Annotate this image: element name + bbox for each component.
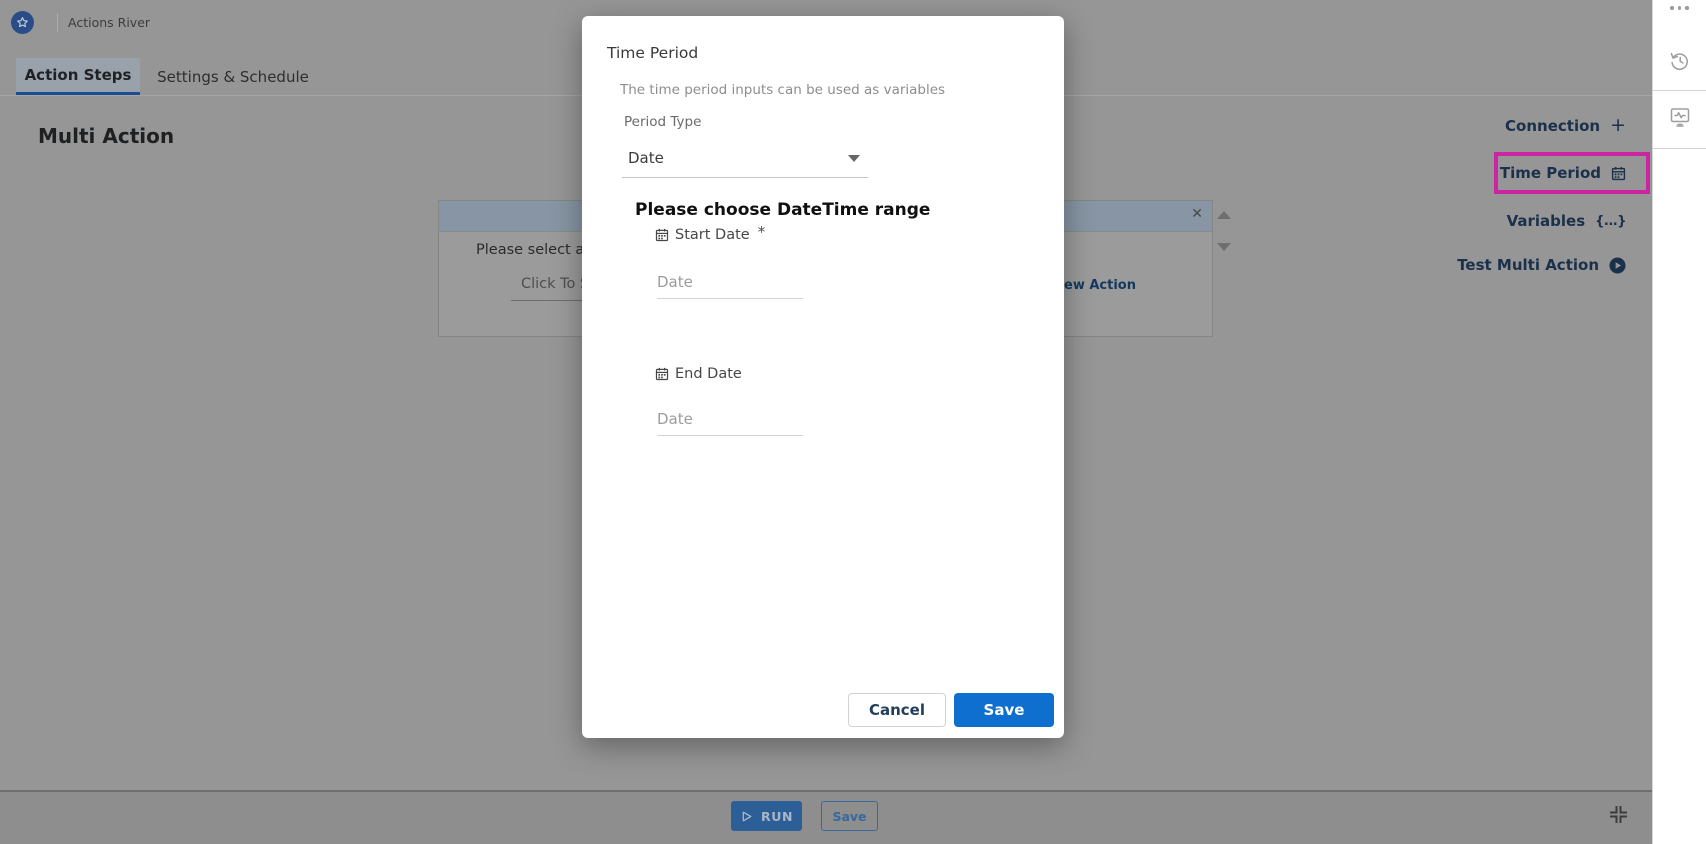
end-date-label: End Date	[655, 366, 742, 382]
plus-icon: +	[1610, 116, 1626, 135]
calendar-icon	[655, 367, 669, 381]
run-label: RUN	[761, 809, 793, 824]
breadcrumb-divider	[57, 13, 58, 32]
test-multi-action-label: Test Multi Action	[1457, 256, 1599, 274]
scroll-down-icon[interactable]	[1217, 243, 1231, 251]
datetime-range-heading: Please choose DateTime range	[635, 200, 930, 220]
sidebar-item-variables[interactable]: Variables {...}	[1507, 212, 1626, 230]
sidebar-item-test-multi-action[interactable]: Test Multi Action	[1457, 256, 1626, 274]
tab-settings-schedule[interactable]: Settings & Schedule	[140, 58, 326, 96]
close-icon[interactable]: ✕	[1191, 207, 1203, 221]
braces-icon: {...}	[1595, 214, 1626, 229]
calendar-icon	[1611, 166, 1626, 181]
connection-label: Connection	[1505, 117, 1600, 135]
play-icon	[740, 810, 753, 823]
time-period-modal: Time Period The time period inputs can b…	[582, 16, 1064, 738]
right-toolbar	[1652, 0, 1706, 844]
run-button[interactable]: RUN	[731, 801, 802, 831]
sidebar-item-time-period[interactable]: Time Period	[1500, 164, 1626, 182]
period-type-select[interactable]: Date	[622, 138, 868, 178]
breadcrumb[interactable]: Actions River	[68, 15, 150, 30]
more-options-icon[interactable]	[1653, 6, 1706, 10]
start-date-label: Start Date *	[655, 226, 765, 244]
save-button[interactable]: Save	[954, 693, 1054, 727]
page-title: Multi Action	[38, 124, 174, 148]
end-date-label-text: End Date	[675, 366, 742, 382]
start-date-label-text: Start Date	[675, 227, 750, 243]
star-icon	[16, 16, 29, 29]
period-type-value: Date	[628, 149, 664, 167]
toolbar-divider	[1653, 148, 1706, 149]
required-asterisk: *	[758, 223, 766, 241]
scroll-up-icon[interactable]	[1217, 211, 1231, 219]
modal-title: Time Period	[607, 44, 698, 62]
toolbar-divider	[1653, 90, 1706, 91]
chevron-down-icon	[848, 155, 860, 162]
end-date-input[interactable]	[657, 403, 803, 436]
play-circle-icon	[1609, 257, 1626, 274]
start-date-input[interactable]	[657, 266, 803, 299]
monitor-activity-icon[interactable]	[1653, 105, 1706, 129]
tab-action-steps[interactable]: Action Steps	[16, 58, 140, 96]
calendar-icon	[655, 228, 669, 242]
variables-label: Variables	[1507, 212, 1586, 230]
new-action-link[interactable]: ew Action	[1064, 278, 1136, 293]
bottom-save-button[interactable]: Save	[821, 801, 878, 831]
time-period-label: Time Period	[1500, 164, 1601, 182]
cancel-button[interactable]: Cancel	[848, 693, 946, 727]
period-type-label: Period Type	[624, 114, 701, 130]
history-icon[interactable]	[1653, 49, 1706, 73]
app-logo-star-icon[interactable]	[11, 11, 34, 34]
sidebar-item-connection[interactable]: Connection +	[1505, 117, 1626, 135]
modal-subtitle: The time period inputs can be used as va…	[620, 82, 945, 98]
app-window: Actions River Action Steps Settings & Sc…	[0, 0, 1706, 844]
compress-icon[interactable]	[1609, 805, 1628, 824]
